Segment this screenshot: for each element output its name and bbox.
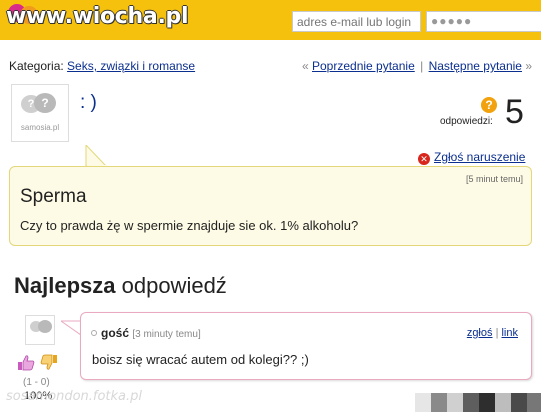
category-link[interactable]: Seks, związki i romanse: [67, 59, 195, 73]
answer-avatar[interactable]: [25, 315, 55, 345]
password-input[interactable]: ●●●●●: [426, 11, 541, 32]
answer-author[interactable]: gość: [101, 326, 129, 340]
answer-time: [3 minuty temu]: [132, 329, 201, 340]
close-icon: ✕: [418, 153, 430, 165]
category-row: Kategoria: Seks, związki i romanse: [9, 59, 195, 73]
next-question-link[interactable]: Następne pytanie: [429, 59, 522, 73]
answer-box: gość [3 minuty temu] zgłoś | link boisz …: [80, 312, 532, 380]
question-navigation: « Poprzednie pytanie | Następne pytanie …: [302, 59, 532, 73]
question-title: Sperma: [20, 186, 87, 207]
thumbs-up-icon[interactable]: [17, 354, 35, 371]
nav-separator: |: [420, 59, 424, 73]
prev-question-link[interactable]: Poprzednie pytanie: [312, 59, 415, 73]
best-answer-heading: Najlepsza odpowiedź: [14, 273, 227, 299]
next-arrow-icon: »: [525, 59, 532, 73]
report-violation-link[interactable]: Zgłoś naruszenie: [434, 150, 525, 164]
answer-meta: gość [3 minuty temu]: [91, 326, 201, 340]
prev-arrow-icon: «: [301, 59, 309, 73]
asker-avatar[interactable]: ? ? samosia.pl: [11, 84, 69, 142]
category-label: Kategoria:: [9, 59, 64, 73]
answer-actions-separator: |: [495, 327, 499, 339]
email-login-input[interactable]: [292, 11, 421, 32]
answers-label: odpowiedzi:: [440, 116, 493, 127]
answer-bubble-tail: [59, 319, 83, 342]
answer-permalink[interactable]: link: [501, 327, 518, 339]
vote-counts: (1 - 0): [23, 377, 50, 388]
status-dot-icon: [91, 330, 97, 336]
answer-actions: zgłoś | link: [467, 327, 518, 339]
asker-name[interactable]: : ): [80, 92, 97, 114]
question-body: Czy to prawda żę w spermie znajduje sie …: [20, 218, 359, 233]
question-mark-icon: ?: [481, 97, 497, 113]
best-answer-heading-bold: Najlepsza: [14, 273, 116, 298]
avatar-label: samosia.pl: [20, 123, 60, 132]
question-time: [5 minut temu]: [465, 174, 523, 184]
logo-watermark: www.wiocha.pl: [6, 4, 189, 29]
pixelated-area: [415, 393, 541, 412]
top-bar: www.wiocha.pl ●●●●●: [0, 0, 541, 40]
thumbs-down-icon[interactable]: [40, 354, 58, 371]
question-box: [5 minut temu] Sperma Czy to prawda żę w…: [9, 166, 532, 246]
answer-text: boisz się wracać autem od kolegi?? ;): [92, 352, 309, 367]
speech-bubbles-icon: ? ?: [21, 93, 59, 121]
report-violation[interactable]: ✕ Zgłoś naruszenie: [418, 150, 525, 165]
answers-count: 5: [505, 93, 524, 131]
watermark-text: sosamondon.fotka.pl: [6, 389, 143, 404]
best-answer-heading-rest: odpowiedź: [115, 273, 227, 298]
answer-report-link[interactable]: zgłoś: [467, 327, 493, 339]
